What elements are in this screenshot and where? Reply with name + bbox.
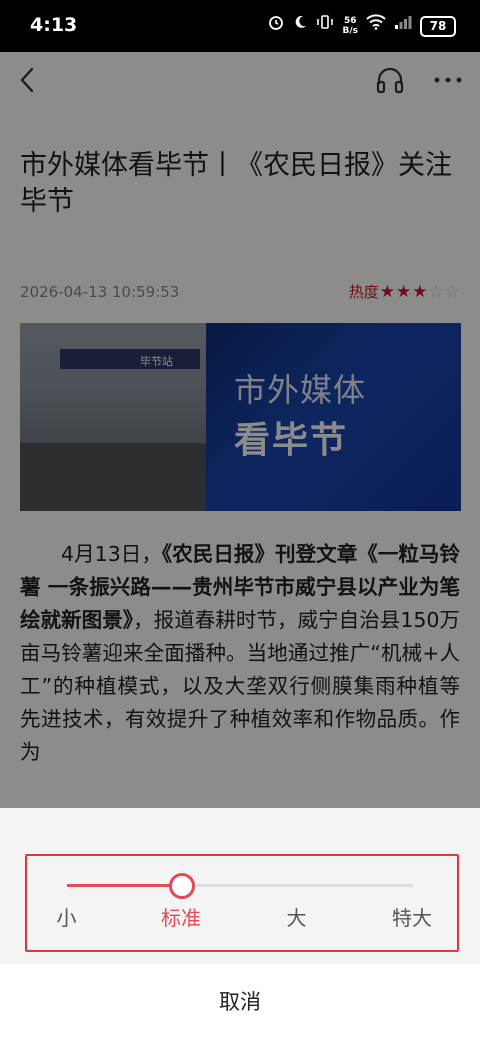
font-size-panel: 小 标准 大 特大	[0, 808, 480, 964]
font-size-slider-thumb[interactable]	[169, 873, 195, 899]
network-speed: 56 B/s	[342, 16, 358, 36]
status-icons: 56 B/s 78	[268, 12, 456, 40]
font-size-sheet: 小 标准 大 特大 取消	[0, 808, 480, 1040]
status-bar: 4:13 56 B/s 78	[0, 0, 480, 52]
signal-icon	[394, 12, 412, 40]
font-size-option-standard[interactable]: 标准	[161, 902, 201, 931]
cancel-button[interactable]: 取消	[0, 964, 480, 1040]
alarm-icon	[268, 12, 284, 40]
dim-overlay[interactable]	[0, 52, 480, 808]
font-size-option-extra-large[interactable]: 特大	[392, 902, 432, 931]
wifi-icon	[366, 12, 386, 40]
font-size-option-large[interactable]: 大	[287, 902, 307, 931]
net-speed-unit: B/s	[342, 26, 358, 36]
vibrate-icon	[316, 12, 334, 40]
status-time: 4:13	[30, 14, 78, 36]
net-speed-value: 56	[343, 16, 357, 26]
font-size-slider-fill	[67, 884, 182, 887]
battery-indicator: 78	[420, 15, 456, 37]
font-size-option-small[interactable]: 小	[57, 902, 77, 931]
moon-icon	[292, 12, 308, 40]
